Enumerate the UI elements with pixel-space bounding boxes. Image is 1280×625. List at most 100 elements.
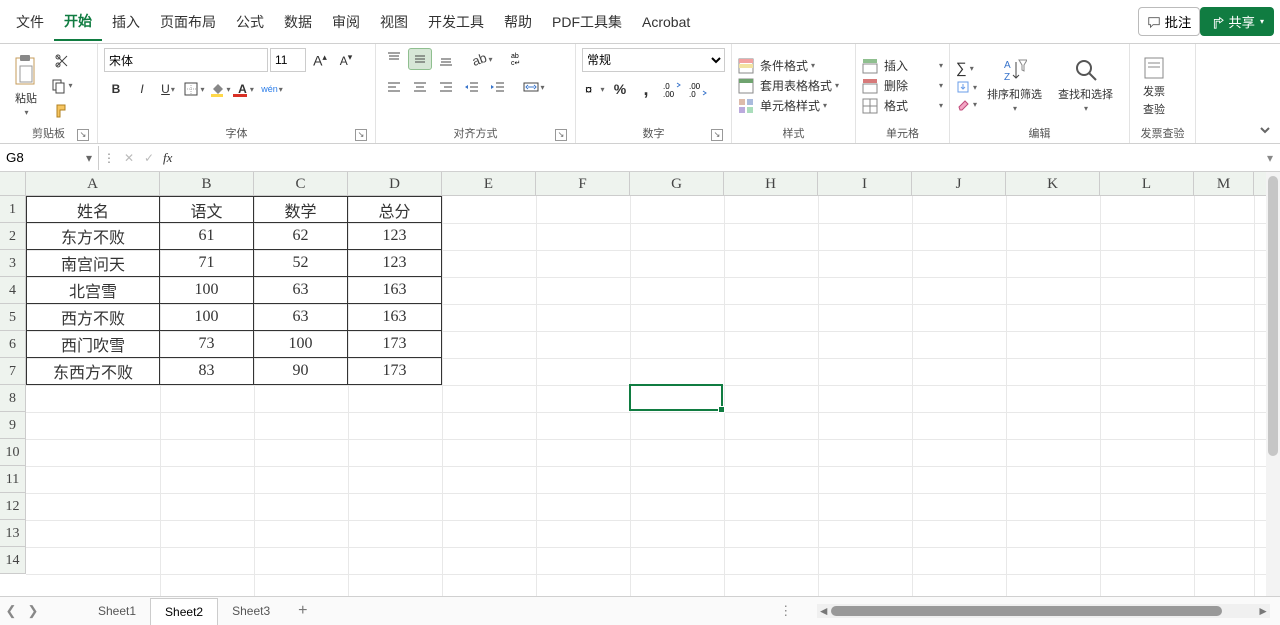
increase-font-button[interactable]: A▴ <box>308 49 332 71</box>
conditional-format-button[interactable]: 条件格式▾ <box>738 57 849 74</box>
formula-dropdown[interactable]: ⋮ <box>99 151 119 165</box>
data-cell[interactable]: 83 <box>160 358 254 385</box>
decrease-decimal-button[interactable]: .00.0 <box>686 78 710 100</box>
fill-button[interactable]: ▾ <box>956 80 977 94</box>
italic-button[interactable]: I <box>130 78 154 100</box>
data-cell[interactable]: 总分 <box>348 196 442 223</box>
data-cell[interactable]: 163 <box>348 277 442 304</box>
number-format-select[interactable]: 常规 <box>582 48 725 72</box>
spreadsheet-grid[interactable]: ABCDEFGHIJKLM 1234567891011121314 姓名语文数学… <box>0 172 1280 596</box>
decrease-indent-button[interactable] <box>460 76 484 98</box>
formula-input[interactable] <box>176 146 1260 170</box>
expand-formula-bar-button[interactable]: ▾ <box>1260 151 1280 165</box>
row-headers[interactable]: 1234567891011121314 <box>0 196 26 574</box>
name-box-dropdown[interactable]: ▾ <box>80 151 98 165</box>
data-cell[interactable]: 100 <box>160 277 254 304</box>
data-cell[interactable]: 100 <box>254 331 348 358</box>
active-cell[interactable] <box>629 384 723 411</box>
vertical-scrollbar[interactable] <box>1266 172 1280 596</box>
autosum-button[interactable]: ∑▾ <box>956 60 974 77</box>
align-center-button[interactable] <box>408 76 432 98</box>
data-cell[interactable]: 南宫问天 <box>26 250 160 277</box>
format-cells-button[interactable]: 格式▾ <box>862 97 943 114</box>
dialog-launcher-icon[interactable]: ↘ <box>77 129 89 141</box>
data-cell[interactable]: 北宫雪 <box>26 277 160 304</box>
format-as-table-button[interactable]: 套用表格格式▾ <box>738 77 849 94</box>
horizontal-scrollbar-thumb[interactable] <box>831 606 1222 616</box>
data-cell[interactable]: 123 <box>348 250 442 277</box>
clear-button[interactable]: ▾ <box>956 97 977 111</box>
align-left-button[interactable] <box>382 76 406 98</box>
data-cell[interactable]: 63 <box>254 304 348 331</box>
phonetic-button[interactable]: wén▾ <box>260 78 284 100</box>
column-header[interactable]: G <box>630 172 724 195</box>
underline-button[interactable]: U▾ <box>156 78 180 100</box>
row-header[interactable]: 2 <box>0 223 25 250</box>
row-header[interactable]: 13 <box>0 520 25 547</box>
delete-cells-button[interactable]: 删除▾ <box>862 77 943 94</box>
hscroll-right-button[interactable]: ► <box>1256 604 1270 618</box>
sheet-nav-prev[interactable]: ❮ <box>0 603 22 619</box>
data-cell[interactable]: 语文 <box>160 196 254 223</box>
row-header[interactable]: 14 <box>0 547 25 574</box>
data-cell[interactable]: 173 <box>348 331 442 358</box>
data-cell[interactable]: 东西方不败 <box>26 358 160 385</box>
column-header[interactable]: J <box>912 172 1006 195</box>
font-family-select[interactable] <box>104 48 268 72</box>
column-headers[interactable]: ABCDEFGHIJKLM <box>26 172 1266 196</box>
align-top-button[interactable] <box>382 48 406 70</box>
data-cell[interactable]: 173 <box>348 358 442 385</box>
sort-filter-button[interactable]: AZ 排序和筛选 ▾ <box>981 56 1048 115</box>
data-cell[interactable]: 71 <box>160 250 254 277</box>
share-button[interactable]: 共享 ▾ <box>1200 7 1274 36</box>
merge-center-button[interactable]: ▾ <box>522 76 546 98</box>
column-header[interactable]: E <box>442 172 536 195</box>
row-header[interactable]: 1 <box>0 196 25 223</box>
row-header[interactable]: 4 <box>0 277 25 304</box>
column-header[interactable]: D <box>348 172 442 195</box>
sheet-tab-0[interactable]: Sheet1 <box>84 598 150 624</box>
fx-icon[interactable]: fx <box>163 150 172 166</box>
name-box[interactable] <box>0 146 80 170</box>
row-header[interactable]: 12 <box>0 493 25 520</box>
column-header[interactable]: C <box>254 172 348 195</box>
data-cell[interactable]: 西门吹雪 <box>26 331 160 358</box>
menu-tab-developer[interactable]: 开发工具 <box>418 4 494 40</box>
column-header[interactable]: I <box>818 172 912 195</box>
menu-tab-data[interactable]: 数据 <box>274 4 322 40</box>
row-header[interactable]: 7 <box>0 358 25 385</box>
column-header[interactable]: B <box>160 172 254 195</box>
increase-indent-button[interactable] <box>486 76 510 98</box>
sheet-nav-next[interactable]: ❯ <box>22 603 44 619</box>
column-header[interactable]: A <box>26 172 160 195</box>
data-cell[interactable]: 73 <box>160 331 254 358</box>
column-header[interactable]: M <box>1194 172 1254 195</box>
wrap-text-button[interactable]: abc↵ <box>506 48 530 70</box>
data-cell[interactable]: 63 <box>254 277 348 304</box>
invoice-check-button[interactable]: 发票 查验 <box>1136 53 1172 119</box>
dialog-launcher-icon[interactable]: ↘ <box>355 129 367 141</box>
data-cell[interactable]: 东方不败 <box>26 223 160 250</box>
sheet-options-button[interactable]: ⋮ <box>775 603 797 619</box>
align-middle-button[interactable] <box>408 48 432 70</box>
dialog-launcher-icon[interactable]: ↘ <box>711 129 723 141</box>
column-header[interactable]: K <box>1006 172 1100 195</box>
column-header[interactable]: F <box>536 172 630 195</box>
menu-tab-file[interactable]: 文件 <box>6 4 54 40</box>
font-color-button[interactable]: A▾ <box>234 78 258 100</box>
data-cell[interactable]: 163 <box>348 304 442 331</box>
copy-button[interactable]: ▾ <box>50 75 74 97</box>
align-right-button[interactable] <box>434 76 458 98</box>
row-header[interactable]: 3 <box>0 250 25 277</box>
data-cell[interactable]: 100 <box>160 304 254 331</box>
bold-button[interactable]: B <box>104 78 128 100</box>
horizontal-scrollbar[interactable]: ◄ ► <box>817 604 1270 618</box>
menu-tab-help[interactable]: 帮助 <box>494 4 542 40</box>
data-cell[interactable]: 62 <box>254 223 348 250</box>
menu-tab-insert[interactable]: 插入 <box>102 4 150 40</box>
fill-handle[interactable] <box>718 406 725 413</box>
cell-styles-button[interactable]: 单元格样式▾ <box>738 97 849 114</box>
decrease-font-button[interactable]: A▾ <box>334 49 358 71</box>
data-cell[interactable]: 61 <box>160 223 254 250</box>
comments-button[interactable]: 批注 <box>1138 7 1201 36</box>
